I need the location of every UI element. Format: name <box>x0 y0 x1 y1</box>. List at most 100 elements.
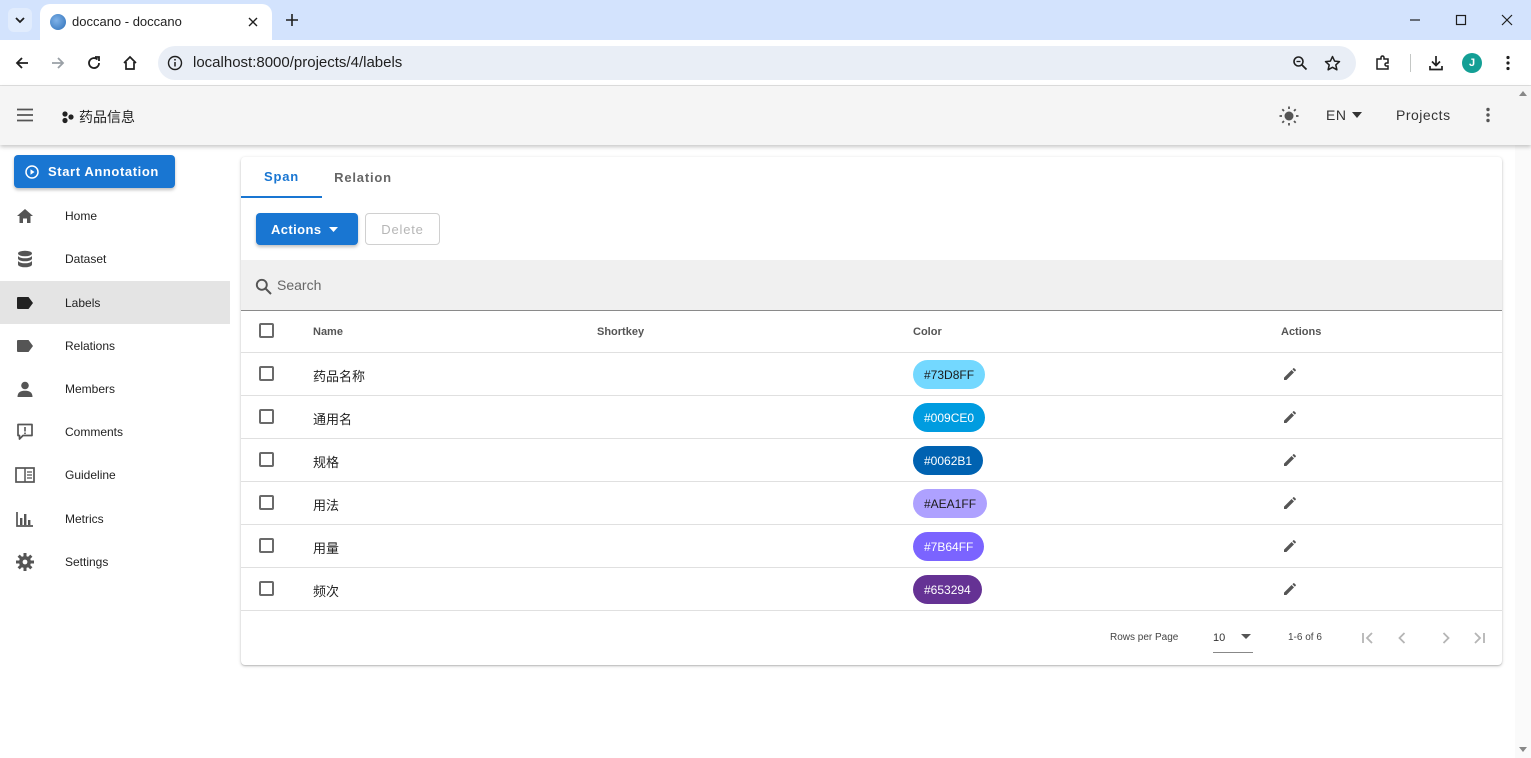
color-chip: #73D8FF <box>913 360 986 389</box>
sidebar-item-labels[interactable]: Labels <box>0 281 230 324</box>
first-page-icon[interactable] <box>1358 628 1378 648</box>
app-more-kebab-icon[interactable] <box>1478 104 1498 126</box>
rows-per-page-select[interactable]: 10 <box>1213 626 1253 653</box>
column-header-shortkey[interactable]: Shortkey <box>597 326 644 338</box>
table-row: 规格 #0062B1 <box>241 439 1502 482</box>
table-row: 用法 #AEA1FF <box>241 482 1502 525</box>
column-header-color[interactable]: Color <box>913 326 942 338</box>
sidebar-item-settings[interactable]: Settings <box>0 540 230 583</box>
label-name: 药品名称 <box>313 369 366 384</box>
labels-card: Span Relation Actions Delete Name Shortk… <box>241 157 1502 665</box>
hamburger-menu-icon[interactable] <box>14 104 36 126</box>
address-bar[interactable]: localhost:8000/projects/4/labels <box>158 46 1356 80</box>
tab-relation[interactable]: Relation <box>322 157 404 198</box>
project-title[interactable]: 药品信息 <box>61 107 135 127</box>
edit-pencil-icon[interactable] <box>1281 538 1297 554</box>
browser-tab[interactable]: doccano - doccano <box>40 4 272 40</box>
theme-toggle-sun-icon[interactable] <box>1278 105 1300 127</box>
edit-pencil-icon[interactable] <box>1281 366 1297 382</box>
column-header-actions: Actions <box>1281 326 1322 338</box>
browser-toolbar: localhost:8000/projects/4/labels J <box>0 40 1531 86</box>
color-chip: #7B64FF <box>913 532 985 561</box>
minimize-window-icon[interactable] <box>1403 8 1427 32</box>
sidebar-item-home[interactable]: Home <box>0 194 230 237</box>
search-input[interactable] <box>277 274 1477 296</box>
home-page-icon[interactable] <box>118 51 142 75</box>
rows-per-page-label: Rows per Page <box>1110 632 1179 643</box>
home-icon <box>15 206 35 226</box>
start-annotation-button[interactable]: Start Annotation <box>14 155 175 188</box>
project-name: 药品信息 <box>79 109 135 125</box>
column-header-name[interactable]: Name <box>313 326 343 338</box>
projects-button[interactable]: Projects <box>1396 107 1451 123</box>
scroll-up-arrow-icon[interactable] <box>1515 86 1531 100</box>
sidebar-item-guideline[interactable]: Guideline <box>0 453 230 496</box>
zoom-magnifier-icon[interactable] <box>1290 53 1310 73</box>
maximize-window-icon[interactable] <box>1449 8 1473 32</box>
row-checkbox[interactable] <box>259 495 274 510</box>
sidebar-item-members[interactable]: Members <box>0 367 230 410</box>
row-checkbox[interactable] <box>259 366 274 381</box>
language-selector[interactable]: EN <box>1326 107 1363 123</box>
sidebar-item-comments[interactable]: Comments <box>0 410 230 453</box>
forward-arrow-icon[interactable] <box>46 51 70 75</box>
label-name: 通用名 <box>313 412 353 427</box>
color-chip: #009CE0 <box>913 403 986 432</box>
sidebar-item-dataset[interactable]: Dataset <box>0 237 230 280</box>
next-page-icon[interactable] <box>1436 628 1456 648</box>
row-checkbox[interactable] <box>259 538 274 553</box>
sidebar: Start Annotation Home Dataset Labels Rel… <box>0 145 230 758</box>
color-chip: #0062B1 <box>913 446 984 475</box>
row-checkbox[interactable] <box>259 452 274 467</box>
label-name: 规格 <box>313 455 340 470</box>
sidebar-item-relations[interactable]: Relations <box>0 324 230 367</box>
page-scrollbar[interactable] <box>1515 86 1531 758</box>
reload-icon[interactable] <box>82 51 106 75</box>
scroll-down-arrow-icon[interactable] <box>1515 742 1531 756</box>
browser-tabstrip: doccano - doccano <box>0 0 1531 40</box>
browser-menu-kebab-icon[interactable] <box>1496 51 1520 75</box>
last-page-icon[interactable] <box>1469 628 1489 648</box>
sidebar-item-label: Metrics <box>65 511 104 526</box>
edit-pencil-icon[interactable] <box>1281 495 1297 511</box>
previous-page-icon[interactable] <box>1392 628 1412 648</box>
rows-per-page-value: 10 <box>1213 632 1226 644</box>
start-annotation-label: Start Annotation <box>48 164 159 179</box>
edit-pencil-icon[interactable] <box>1281 581 1297 597</box>
back-arrow-icon[interactable] <box>10 51 34 75</box>
sidebar-item-metrics[interactable]: Metrics <box>0 497 230 540</box>
close-window-icon[interactable] <box>1495 8 1519 32</box>
language-label: EN <box>1326 107 1347 123</box>
actions-label: Actions <box>271 221 322 237</box>
bookmark-star-icon[interactable] <box>1322 53 1342 73</box>
edit-pencil-icon[interactable] <box>1281 452 1297 468</box>
sidebar-item-label: Labels <box>65 295 101 310</box>
label-name: 用量 <box>313 541 340 556</box>
gear-icon <box>15 552 35 572</box>
delete-button[interactable]: Delete <box>365 213 440 245</box>
label-name: 频次 <box>313 584 340 599</box>
caret-down-icon <box>329 226 339 232</box>
comment-icon <box>15 422 35 442</box>
play-circle-icon <box>25 164 39 179</box>
label-type-tabs: Span Relation <box>241 157 1502 198</box>
label-outline-icon <box>15 336 35 356</box>
close-tab-icon[interactable] <box>244 13 262 31</box>
table-footer: Rows per Page 10 1-6 of 6 <box>241 613 1502 665</box>
profile-avatar[interactable]: J <box>1462 53 1482 73</box>
new-tab-plus-icon[interactable] <box>282 10 302 30</box>
table-row: 通用名 #009CE0 <box>241 396 1502 439</box>
site-info-icon[interactable] <box>166 54 184 72</box>
row-checkbox[interactable] <box>259 581 274 596</box>
sidebar-item-label: Guideline <box>65 467 116 482</box>
actions-button[interactable]: Actions <box>256 213 358 245</box>
select-all-checkbox[interactable] <box>259 323 274 338</box>
edit-pencil-icon[interactable] <box>1281 409 1297 425</box>
chevron-down-icon <box>15 17 25 24</box>
tab-search-button[interactable] <box>8 8 32 32</box>
download-icon[interactable] <box>1424 51 1448 75</box>
caret-down-icon <box>1352 112 1363 118</box>
row-checkbox[interactable] <box>259 409 274 424</box>
extensions-puzzle-icon[interactable] <box>1371 51 1395 75</box>
tab-span[interactable]: Span <box>241 157 322 198</box>
